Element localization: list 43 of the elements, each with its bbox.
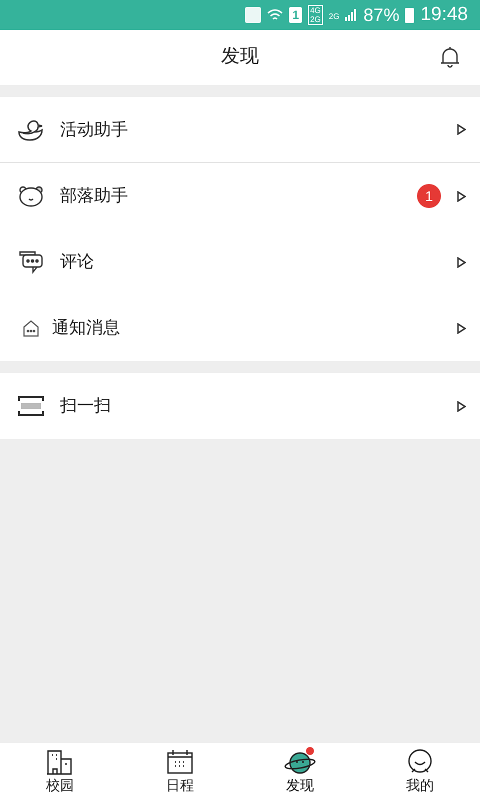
menu-item[interactable]: 扫一扫 [0, 373, 480, 439]
menu-item[interactable]: 活动助手 [0, 97, 480, 163]
network-label: 2G [328, 11, 340, 23]
menu-item[interactable]: 部落助手 1 [0, 163, 480, 229]
bell-icon[interactable] [438, 45, 462, 69]
caret-icon [457, 124, 466, 135]
calendar-icon [166, 749, 194, 775]
tab[interactable]: 日程 [120, 743, 240, 800]
caret-icon [457, 190, 466, 202]
tab[interactable]: 我的 [360, 743, 480, 800]
count-badge: 1 [417, 184, 441, 208]
battery-icon [405, 8, 414, 22]
scan-icon [18, 396, 44, 416]
duck-icon [17, 118, 45, 142]
wifi-icon [267, 8, 284, 22]
caret-icon [457, 322, 466, 334]
chat-bubbles-icon [17, 250, 45, 274]
tab-label: 校园 [46, 776, 74, 795]
caret-icon [457, 400, 466, 412]
tab[interactable]: 发现 [240, 743, 360, 800]
battery-percent: 87% [363, 4, 400, 26]
sim-label: 1 [289, 7, 302, 23]
bear-face-icon [18, 185, 44, 207]
smiley-icon [406, 749, 434, 775]
house-icon [22, 319, 40, 337]
page-title: 发现 [221, 45, 259, 70]
menu-label: 活动助手 [60, 118, 129, 141]
caret-icon [457, 256, 466, 268]
menu-label: 评论 [60, 251, 95, 274]
tab[interactable]: 校园 [0, 743, 120, 800]
building-icon [46, 749, 74, 775]
menu-label: 部落助手 [60, 185, 129, 208]
clock: 19:48 [420, 2, 468, 27]
tab-label: 发现 [286, 776, 314, 795]
menu-item[interactable]: 通知消息 [0, 295, 480, 361]
network-label: 4G [310, 6, 321, 15]
tab-label: 我的 [406, 776, 434, 795]
menu-item[interactable]: 评论 [0, 229, 480, 295]
tab-label: 日程 [166, 776, 194, 795]
menu-label: 通知消息 [52, 317, 121, 340]
signal-icon [345, 9, 358, 21]
network-label: 2G [310, 15, 321, 24]
menu-label: 扫一扫 [60, 395, 112, 418]
